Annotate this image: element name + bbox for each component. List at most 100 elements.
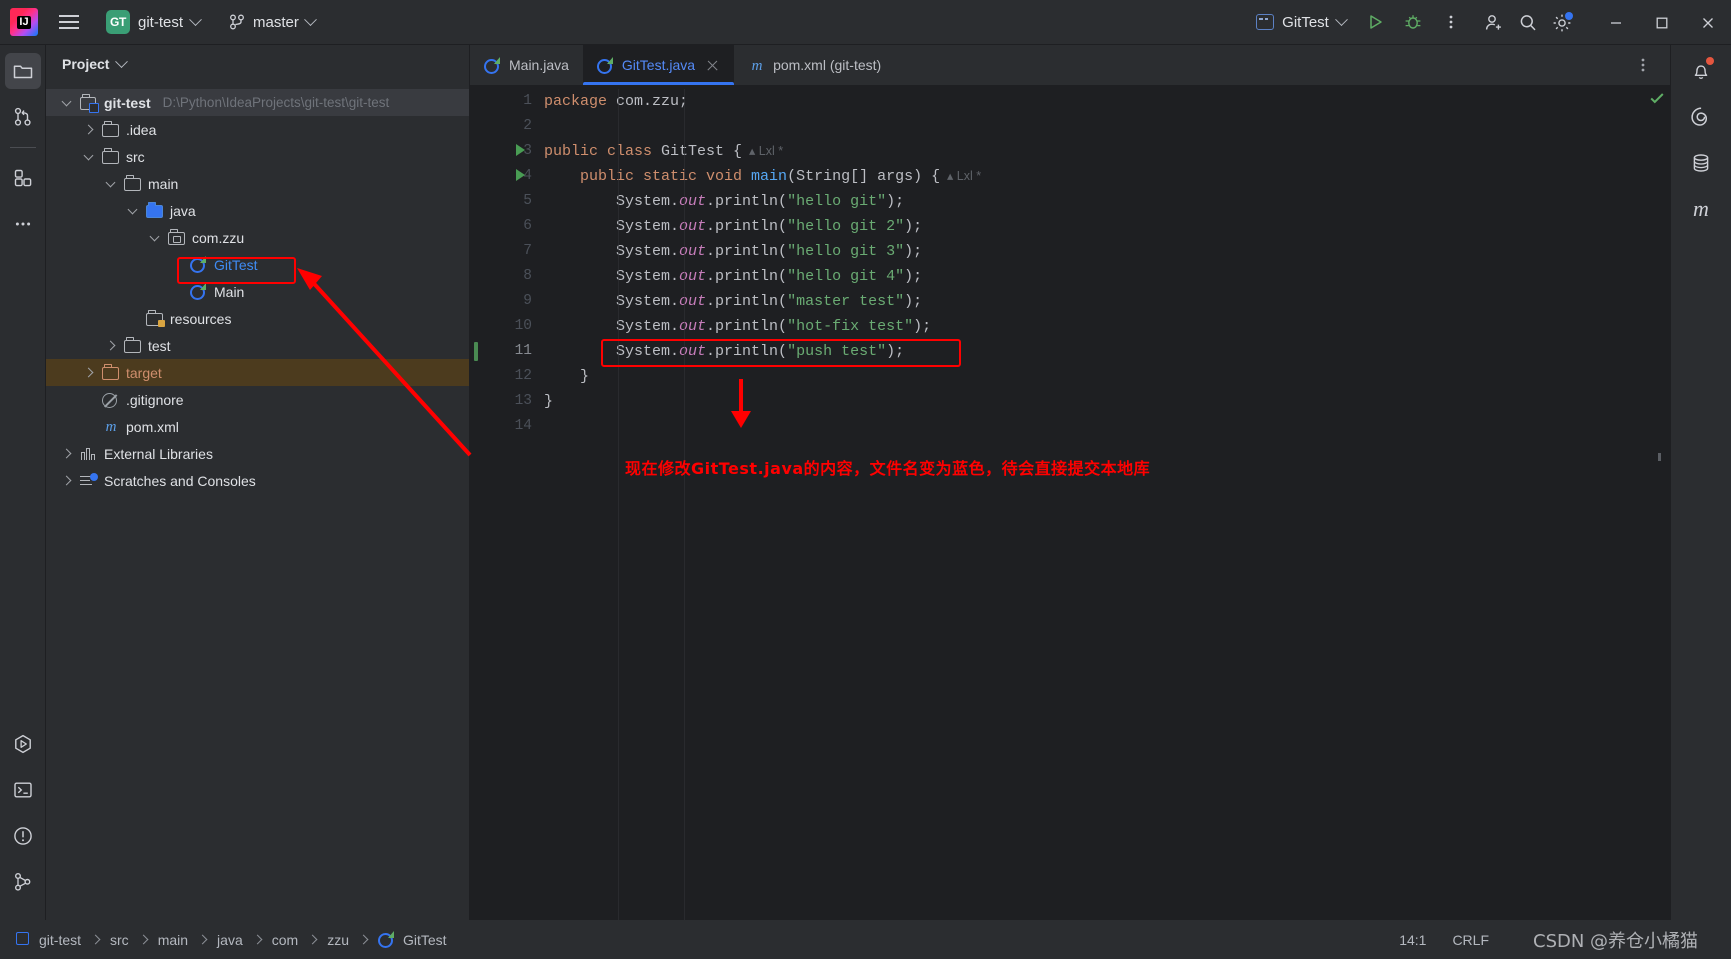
tree-node-git-test[interactable]: git-test D:\Python\IdeaProjects\git-test\…	[46, 89, 469, 116]
editor-tab-gittest-java[interactable]: GitTest.java	[582, 45, 735, 85]
chevron-right-icon[interactable]	[60, 474, 74, 488]
sidebar-item-problems[interactable]	[5, 818, 41, 854]
gutter-line-number[interactable]: 7	[470, 239, 540, 264]
notification-badge	[1706, 57, 1714, 65]
gutter-line-number[interactable]: 3	[470, 139, 540, 164]
gutter-line-number[interactable]: 6	[470, 214, 540, 239]
gitignore-icon	[102, 392, 117, 408]
gutter-line-number[interactable]: 14	[470, 414, 540, 439]
tree-node-main[interactable]: Main	[46, 278, 469, 305]
gutter-line-number[interactable]: 13	[470, 389, 540, 414]
gutter-line-number[interactable]: 2	[470, 114, 540, 139]
code-editor[interactable]: package com.zzu; public class GitTest { …	[540, 85, 1652, 920]
chevron-down-icon[interactable]	[104, 177, 118, 191]
tree-node-com-zzu[interactable]: com.zzu	[46, 224, 469, 251]
tab-icon	[596, 56, 614, 74]
editor-area[interactable]: 1 2 3 4 5 6 7 8 9 10 11 12 13 14 package com.zzu; pub…	[470, 85, 1670, 920]
editor-options-button[interactable]	[1626, 48, 1660, 82]
gutter-line-number[interactable]: 8	[470, 264, 540, 289]
tree-node-test[interactable]: test	[46, 332, 469, 359]
tab-close-icon[interactable]	[705, 58, 720, 73]
tree-node-label: target	[126, 364, 162, 381]
tree-node-label: GitTest	[214, 256, 258, 273]
close-button[interactable]	[1685, 0, 1731, 45]
tree-node-java[interactable]: java	[46, 197, 469, 224]
chevron-down-icon[interactable]	[82, 150, 96, 164]
editor-tab-pom-xml-git-test-[interactable]: m pom.xml (git-test)	[734, 45, 895, 85]
sidebar-item-run[interactable]	[5, 726, 41, 762]
tree-node-scratches-and-consoles[interactable]: Scratches and Consoles	[46, 467, 469, 494]
editor-gutter[interactable]: 1 2 3 4 5 6 7 8 9 10 11 12 13 14	[470, 85, 540, 920]
vcs-change-marker[interactable]	[474, 342, 478, 361]
sidebar-item-terminal[interactable]	[5, 772, 41, 808]
breadcrumb-item-java[interactable]: java	[214, 930, 246, 950]
run-button[interactable]	[1358, 5, 1392, 39]
gutter-line-number[interactable]: 4	[470, 164, 540, 189]
chevron-down-icon[interactable]	[126, 204, 140, 218]
tree-node-main[interactable]: main	[46, 170, 469, 197]
project-selector[interactable]: GT git-test	[98, 6, 208, 38]
sidebar-item-plugins[interactable]	[5, 160, 41, 196]
add-collaborator-button[interactable]	[1477, 6, 1511, 40]
tree-node--gitignore[interactable]: .gitignore	[46, 386, 469, 413]
editor-marker-bar[interactable]	[1650, 85, 1670, 920]
chevron-right-icon[interactable]	[82, 366, 96, 380]
debug-button[interactable]	[1396, 5, 1430, 39]
more-vertical-icon	[1641, 58, 1645, 72]
breadcrumb-item-git-test[interactable]: git-test	[36, 930, 84, 950]
gutter-line-number[interactable]: 10	[470, 314, 540, 339]
tree-node-pom-xml[interactable]: m pom.xml	[46, 413, 469, 440]
tree-node-src[interactable]: src	[46, 143, 469, 170]
checkmark-ok-icon[interactable]	[1648, 89, 1666, 107]
chevron-right-icon[interactable]	[82, 123, 96, 137]
line-separator[interactable]: CRLF	[1452, 932, 1489, 948]
chevron-down-icon[interactable]	[115, 54, 129, 68]
breadcrumb-item-gittest[interactable]: GitTest	[375, 929, 450, 951]
breadcrumb-item-src[interactable]: src	[107, 930, 132, 950]
debug-icon	[1405, 15, 1421, 29]
sidebar-item-database[interactable]	[1683, 145, 1719, 181]
chevron-right-icon[interactable]	[60, 447, 74, 461]
project-tree[interactable]: git-test D:\Python\IdeaProjects\git-test\…	[46, 83, 469, 920]
gutter-line-number[interactable]: 1	[470, 89, 540, 114]
breadcrumb-item-main[interactable]: main	[155, 930, 191, 950]
terminal-icon	[13, 782, 32, 798]
gutter-line-number[interactable]: 9	[470, 289, 540, 314]
sidebar-item-version-control[interactable]	[5, 99, 41, 135]
tree-node-gittest[interactable]: GitTest	[46, 251, 469, 278]
breadcrumb-item-com[interactable]: com	[269, 930, 301, 950]
sidebar-item-git[interactable]	[5, 864, 41, 900]
settings-button[interactable]	[1545, 6, 1579, 40]
sidebar-item-ai-assistant[interactable]	[1683, 99, 1719, 135]
run-gutter-icon[interactable]	[516, 169, 525, 181]
chevron-down-icon[interactable]	[148, 231, 162, 245]
chevron-down-icon[interactable]	[60, 96, 74, 110]
more-actions-button[interactable]	[1434, 5, 1468, 39]
maximize-button[interactable]	[1639, 0, 1685, 45]
tree-node-resources[interactable]: resources	[46, 305, 469, 332]
search-icon	[1520, 14, 1536, 30]
gutter-line-number[interactable]: 11	[470, 339, 540, 364]
branch-selector[interactable]: master	[220, 9, 323, 35]
sidebar-item-more-tools[interactable]	[5, 206, 41, 242]
gutter-line-number[interactable]: 12	[470, 364, 540, 389]
tree-node-target[interactable]: target	[46, 359, 469, 386]
sidebar-item-project[interactable]	[4, 53, 41, 89]
tree-node--idea[interactable]: .idea	[46, 116, 469, 143]
squares-icon	[14, 169, 31, 187]
sidebar-item-maven[interactable]: m	[1683, 191, 1719, 227]
run-configuration-selector[interactable]: GitTest	[1248, 10, 1354, 35]
tree-node-external-libraries[interactable]: External Libraries	[46, 440, 469, 467]
spiral-icon	[1691, 107, 1708, 126]
caret-position[interactable]: 14:1	[1399, 932, 1426, 948]
search-everywhere-button[interactable]	[1511, 6, 1545, 40]
title-bar: GT git-test master GitTest	[0, 0, 1731, 45]
chevron-right-icon[interactable]	[104, 339, 118, 353]
main-menu-icon[interactable]	[52, 5, 86, 39]
sidebar-item-notifications[interactable]	[1683, 53, 1719, 89]
editor-tab-main-java[interactable]: Main.java	[470, 45, 583, 85]
gutter-line-number[interactable]: 5	[470, 189, 540, 214]
breadcrumb-item-zzu[interactable]: zzu	[324, 930, 352, 950]
minimize-button[interactable]	[1593, 0, 1639, 45]
run-gutter-icon[interactable]	[516, 144, 525, 156]
